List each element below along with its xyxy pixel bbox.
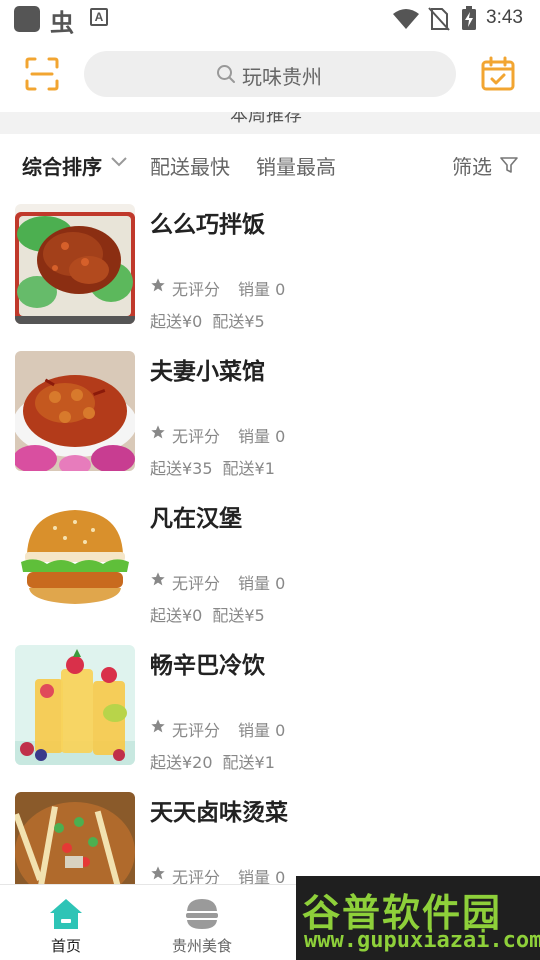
delivery-fee: 配送¥5 — [212, 606, 265, 625]
rating-text: 无评分 — [172, 427, 221, 446]
fee-row: 起送¥0 配送¥5 — [150, 308, 275, 332]
shop-photo — [15, 204, 135, 324]
min-order: 起送¥35 — [150, 459, 213, 478]
search-input[interactable]: 玩味贵州 — [84, 51, 456, 97]
shop-name: 凡在汉堡 — [150, 506, 242, 532]
nav-home-label: 首页 — [50, 937, 81, 955]
shop-name: 天天卤味烫菜 — [150, 800, 288, 826]
shop-name: 么么巧拌饭 — [150, 212, 265, 238]
nav-guizhou-food[interactable]: 贵州美食 — [152, 885, 252, 960]
home-icon — [50, 899, 82, 929]
sort-fastest-tab[interactable]: 配送最快 — [150, 151, 230, 180]
shop-photo — [15, 645, 135, 765]
filter-button[interactable]: 筛选 — [452, 151, 492, 180]
shop-item[interactable]: 么么巧拌饭 无评分 销量 0 起送¥0 配送¥5 — [0, 196, 540, 343]
bug-icon: 虫 — [50, 9, 74, 37]
filter-icon[interactable] — [500, 156, 518, 174]
sort-comprehensive-tab[interactable]: 综合排序 — [22, 151, 102, 180]
sales-count: 销量 0 — [238, 280, 286, 299]
chevron-down-icon[interactable] — [110, 156, 128, 168]
top-bar: 玩味贵州 — [0, 36, 540, 112]
fee-row: 起送¥35 配送¥1 — [150, 455, 285, 479]
shop-item[interactable]: 凡在汉堡 无评分 销量 0 起送¥0 配送¥5 — [0, 490, 540, 637]
delivery-fee: 配送¥1 — [222, 753, 275, 772]
banner-strip: 本周推荐 — [0, 112, 540, 134]
shop-photo — [15, 351, 135, 471]
clock-time: 3:43 — [486, 7, 523, 28]
shop-list: 么么巧拌饭 无评分 销量 0 起送¥0 配送¥5 夫妻小菜馆 无评分 销量 0 … — [0, 196, 540, 884]
watermark: 谷普软件园 www.gupuxiazai.com — [296, 876, 540, 960]
shop-name: 夫妻小菜馆 — [150, 359, 265, 385]
star-icon — [151, 425, 165, 439]
star-icon — [151, 278, 165, 292]
rating-text: 无评分 — [172, 868, 221, 884]
star-icon — [151, 719, 165, 733]
sales-count: 销量 0 — [238, 868, 286, 884]
app-square-icon — [14, 6, 40, 32]
rating-text: 无评分 — [172, 574, 221, 593]
shop-name: 畅辛巴冷饮 — [150, 653, 265, 679]
rating-text: 无评分 — [172, 721, 221, 740]
rating-text: 无评分 — [172, 280, 221, 299]
battery-charging-icon — [462, 6, 476, 30]
fee-row: 起送¥0 配送¥5 — [150, 602, 275, 626]
search-icon — [217, 65, 235, 83]
star-icon — [151, 572, 165, 586]
burger-icon — [186, 899, 218, 929]
shop-item[interactable]: 天天卤味烫菜 无评分 销量 0 — [0, 784, 540, 884]
nav-guizhou-food-label: 贵州美食 — [171, 937, 232, 955]
min-order: 起送¥0 — [150, 312, 203, 331]
scan-icon[interactable] — [24, 56, 60, 92]
delivery-fee: 配送¥1 — [222, 459, 275, 478]
delivery-fee: 配送¥5 — [212, 312, 265, 331]
nav-home[interactable]: 首页 — [16, 885, 116, 960]
shop-photo — [15, 498, 135, 618]
sales-count: 销量 0 — [238, 427, 286, 446]
star-icon — [151, 866, 165, 880]
banner-title: 本周推荐 — [230, 112, 302, 126]
calendar-check-icon[interactable] — [480, 56, 516, 92]
status-bar: 虫 A 3:43 — [0, 0, 540, 37]
search-placeholder: 玩味贵州 — [242, 65, 322, 89]
sort-sales-tab[interactable]: 销量最高 — [256, 151, 336, 180]
fee-row: 起送¥20 配送¥1 — [150, 749, 285, 773]
shop-photo — [15, 792, 135, 884]
wifi-icon — [393, 9, 419, 29]
sales-count: 销量 0 — [238, 574, 286, 593]
min-order: 起送¥0 — [150, 606, 203, 625]
sales-count: 销量 0 — [238, 721, 286, 740]
watermark-url: www.gupuxiazai.com — [304, 928, 540, 953]
shop-item[interactable]: 畅辛巴冷饮 无评分 销量 0 起送¥20 配送¥1 — [0, 637, 540, 784]
shop-item[interactable]: 夫妻小菜馆 无评分 销量 0 起送¥35 配送¥1 — [0, 343, 540, 490]
font-a-icon: A — [90, 8, 108, 26]
no-sim-icon — [428, 7, 450, 31]
sort-bar: 综合排序 配送最快 销量最高 筛选 — [0, 134, 540, 194]
min-order: 起送¥20 — [150, 753, 213, 772]
